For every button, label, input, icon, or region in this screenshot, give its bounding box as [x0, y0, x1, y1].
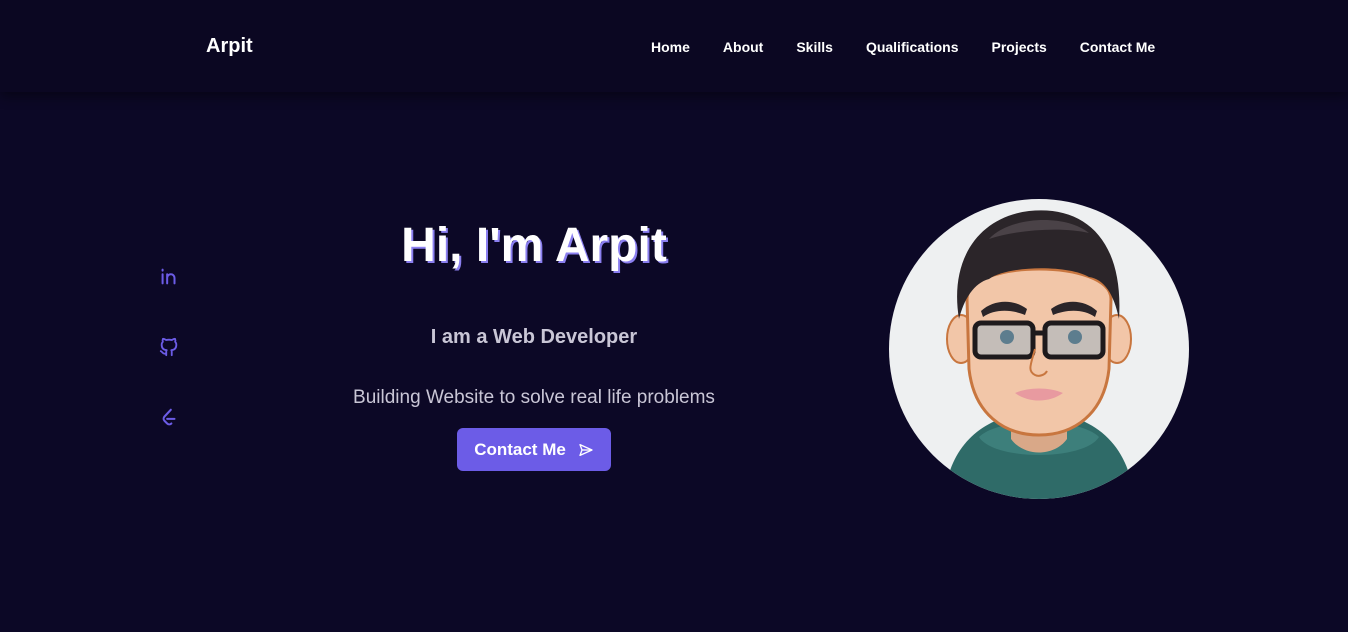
nav-about[interactable]: About — [723, 39, 763, 55]
main-nav: Home About Skills Qualifications Project… — [651, 39, 1155, 55]
contact-me-button[interactable]: Contact Me — [457, 428, 611, 471]
logo[interactable]: Arpit — [206, 35, 253, 58]
hero-subtitle: I am a Web Developer — [430, 326, 638, 348]
nav-skills[interactable]: Skills — [796, 39, 833, 55]
nav-contact[interactable]: Contact Me — [1080, 39, 1155, 55]
send-icon — [579, 443, 593, 456]
avatar — [889, 199, 1189, 499]
github-icon[interactable] — [158, 336, 180, 358]
leetcode-icon[interactable] — [158, 407, 180, 429]
hero-description: Building Website to solve real life prob… — [353, 387, 715, 408]
hero-title: Hi, I'm Arpit — [401, 219, 667, 272]
nav-qualifications[interactable]: Qualifications — [866, 39, 959, 55]
nav-projects[interactable]: Projects — [992, 39, 1047, 55]
linkedin-icon[interactable] — [158, 266, 180, 288]
nav-home[interactable]: Home — [651, 39, 690, 55]
site-header: Arpit Home About Skills Qualifications P… — [0, 0, 1348, 92]
contact-me-label: Contact Me — [474, 439, 566, 459]
